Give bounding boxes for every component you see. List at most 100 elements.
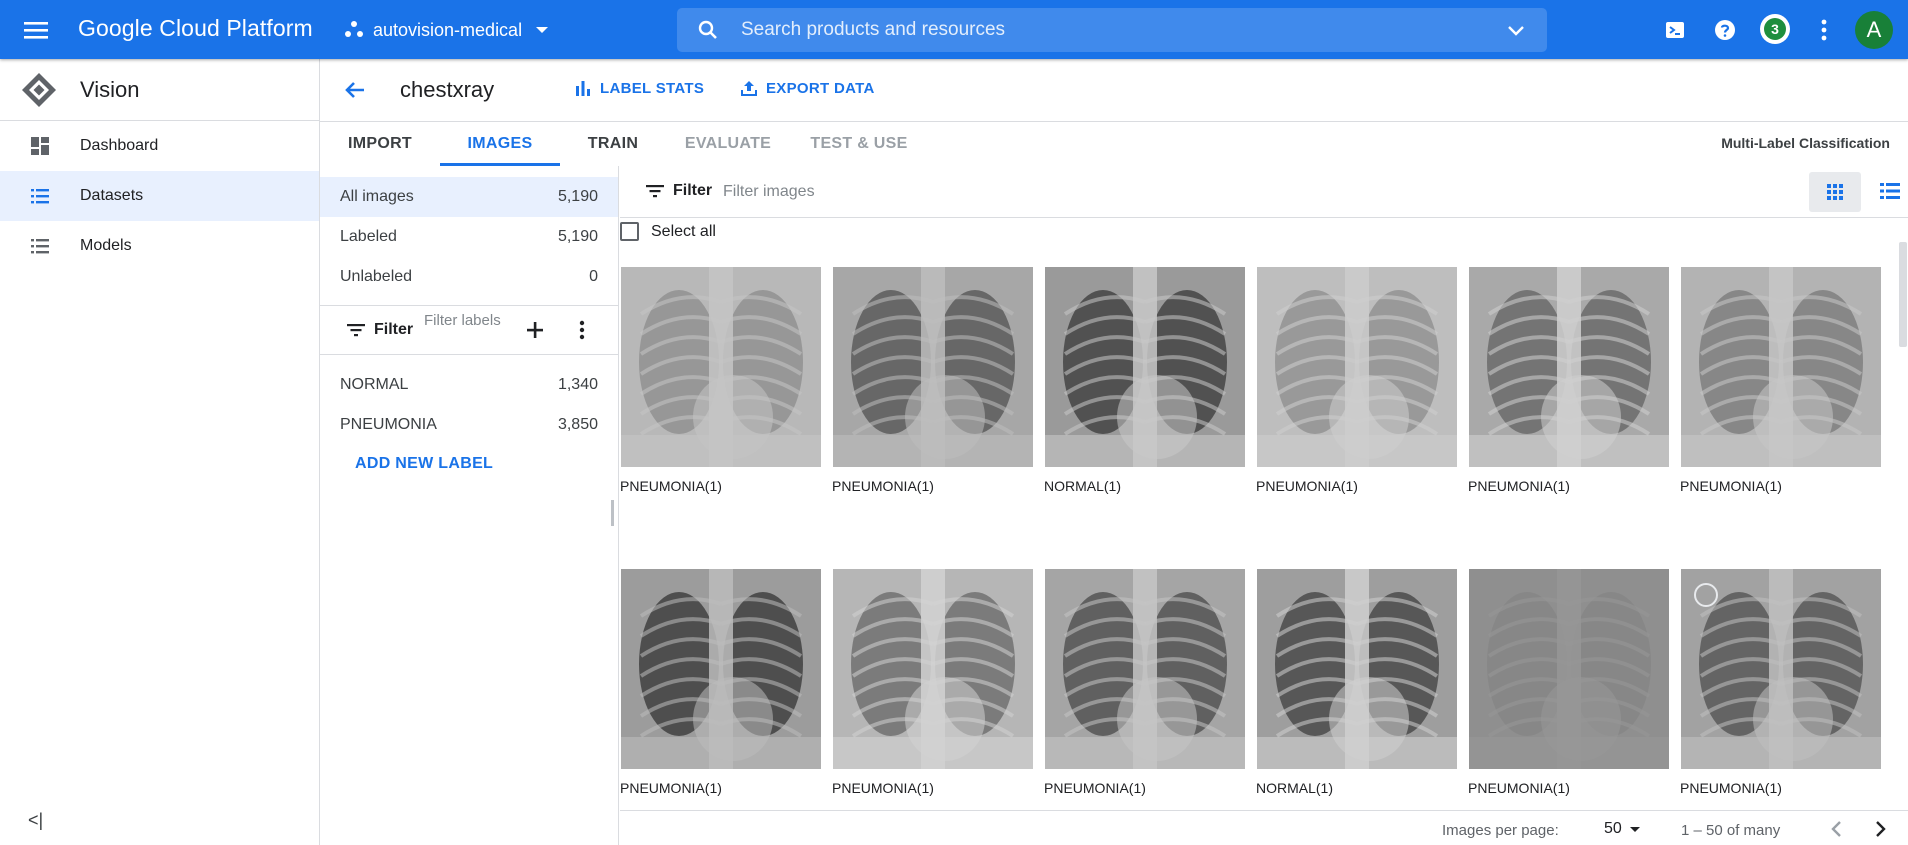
image-caption: PNEUMONIA(1)	[1680, 780, 1782, 796]
collapse-nav-icon[interactable]: <|	[28, 810, 43, 831]
filter-count: 0	[589, 268, 598, 285]
list-view-icon	[1880, 183, 1900, 199]
list-icon	[31, 239, 49, 254]
select-all[interactable]: Select all	[620, 222, 716, 241]
image-filter-text: Filter	[673, 182, 713, 199]
images-per-page-value: 50	[1604, 820, 1622, 837]
search-box[interactable]	[677, 8, 1547, 52]
image-thumbnail[interactable]	[833, 569, 1033, 769]
brand-title[interactable]: Google Cloud Platform	[78, 15, 313, 42]
grid-view-toggle[interactable]	[1809, 172, 1861, 212]
tab-test-and-use[interactable]: TEST & USE	[790, 122, 928, 166]
label-filter-text: Filter	[374, 321, 414, 338]
grid-scrollbar[interactable]	[1898, 222, 1908, 810]
image-thumbnail[interactable]	[1469, 569, 1669, 769]
more-vert-icon[interactable]	[1808, 14, 1840, 46]
xray-image	[1257, 267, 1457, 467]
label-filter-button[interactable]: Filter	[346, 321, 413, 339]
export-data-label: EXPORT DATA	[766, 79, 875, 97]
nav-item-models[interactable]: Models	[0, 221, 319, 271]
image-caption: NORMAL(1)	[1044, 478, 1122, 494]
more-vert-icon[interactable]	[570, 318, 594, 342]
image-thumbnail[interactable]	[833, 267, 1033, 467]
dataset-tabs: IMPORT IMAGES TRAIN EVALUATE TEST & USE …	[320, 122, 1908, 166]
filter-count: 5,190	[557, 188, 598, 205]
label-name: NORMAL	[340, 376, 409, 393]
image-caption: PNEUMONIA(1)	[1680, 478, 1782, 494]
filter-labeled[interactable]: Labeled 5,190	[320, 217, 618, 257]
search-expand-chevron-icon[interactable]	[1505, 19, 1527, 41]
chevron-down-icon	[536, 27, 549, 33]
image-thumbnail[interactable]	[621, 569, 821, 769]
filter-images-input[interactable]	[723, 179, 1123, 205]
cloud-shell-icon[interactable]	[1659, 14, 1691, 46]
project-dots-icon	[345, 21, 363, 37]
account-avatar[interactable]: A	[1855, 11, 1893, 49]
export-data-button[interactable]: EXPORT DATA	[740, 79, 875, 97]
left-navigation: Vision Dashboard Datasets Models <|	[0, 59, 320, 845]
panel-resize-handle[interactable]	[611, 500, 614, 526]
next-page-icon[interactable]	[1870, 819, 1890, 839]
xray-image	[1257, 569, 1457, 769]
label-stats-label: LABEL STATS	[600, 79, 705, 97]
xray-image	[1681, 267, 1881, 467]
back-arrow-icon[interactable]	[342, 77, 368, 103]
label-row-pneumonia[interactable]: PNEUMONIA 3,850	[320, 405, 618, 445]
nav-item-datasets[interactable]: Datasets	[0, 171, 319, 221]
nav-item-dashboard[interactable]: Dashboard	[0, 121, 319, 171]
add-new-label-button[interactable]: ADD NEW LABEL	[355, 455, 618, 473]
help-icon[interactable]	[1709, 14, 1741, 46]
previous-page-icon[interactable]	[1827, 819, 1847, 839]
product-name: Vision	[80, 76, 140, 102]
tab-import[interactable]: IMPORT	[320, 122, 440, 166]
images-per-page-label: Images per page:	[1442, 822, 1559, 839]
images-per-page-select[interactable]: 50	[1604, 820, 1642, 838]
xray-image	[1469, 569, 1669, 769]
nav-label: Datasets	[80, 187, 144, 204]
filter-label: Unlabeled	[340, 268, 413, 285]
image-thumbnail[interactable]	[1469, 267, 1669, 467]
add-icon[interactable]	[523, 318, 547, 342]
label-count: 1,340	[557, 376, 598, 393]
tab-train[interactable]: TRAIN	[560, 122, 666, 166]
list-icon	[31, 189, 49, 204]
image-thumbnail[interactable]	[1257, 267, 1457, 467]
image-caption: PNEUMONIA(1)	[832, 780, 934, 796]
search-input[interactable]	[741, 10, 1505, 50]
tab-evaluate[interactable]: EVALUATE	[666, 122, 790, 166]
image-thumbnail[interactable]	[1257, 569, 1457, 769]
label-stats-button[interactable]: LABEL STATS	[574, 79, 704, 97]
list-view-toggle[interactable]	[1878, 180, 1900, 202]
filter-icon	[347, 324, 365, 337]
filter-label: Labeled	[340, 228, 397, 245]
xray-image	[621, 267, 821, 467]
nav-label: Models	[80, 237, 132, 254]
filter-labels-input[interactable]: Filter labels	[424, 312, 504, 330]
image-thumbnail[interactable]	[1681, 267, 1881, 467]
xray-image	[833, 267, 1033, 467]
filter-all-images[interactable]: All images 5,190	[320, 177, 618, 217]
label-count: 3,850	[557, 416, 598, 433]
label-row-normal[interactable]: NORMAL 1,340	[320, 365, 618, 405]
select-all-label: Select all	[651, 222, 716, 240]
notifications-badge[interactable]: 3	[1760, 14, 1790, 44]
tab-images[interactable]: IMAGES	[440, 122, 560, 166]
product-header: Vision	[0, 59, 319, 121]
filter-count: 5,190	[557, 228, 598, 245]
select-all-checkbox[interactable]	[620, 222, 639, 241]
top-app-bar: Google Cloud Platform autovision-medical…	[0, 0, 1908, 59]
image-caption: PNEUMONIA(1)	[832, 478, 934, 494]
image-caption: PNEUMONIA(1)	[1468, 478, 1570, 494]
xray-image	[621, 569, 821, 769]
upload-icon	[741, 81, 757, 96]
image-filter-button[interactable]: Filter	[645, 182, 712, 200]
image-caption: PNEUMONIA(1)	[620, 780, 722, 796]
image-select-circle[interactable]	[1694, 583, 1718, 607]
hamburger-menu-icon[interactable]	[20, 14, 52, 46]
filter-unlabeled[interactable]: Unlabeled 0	[320, 257, 618, 297]
image-thumbnail[interactable]	[1045, 267, 1245, 467]
project-selector[interactable]: autovision-medical	[344, 14, 553, 46]
scrollbar-thumb[interactable]	[1899, 242, 1907, 347]
image-thumbnail[interactable]	[1045, 569, 1245, 769]
image-thumbnail[interactable]	[621, 267, 821, 467]
